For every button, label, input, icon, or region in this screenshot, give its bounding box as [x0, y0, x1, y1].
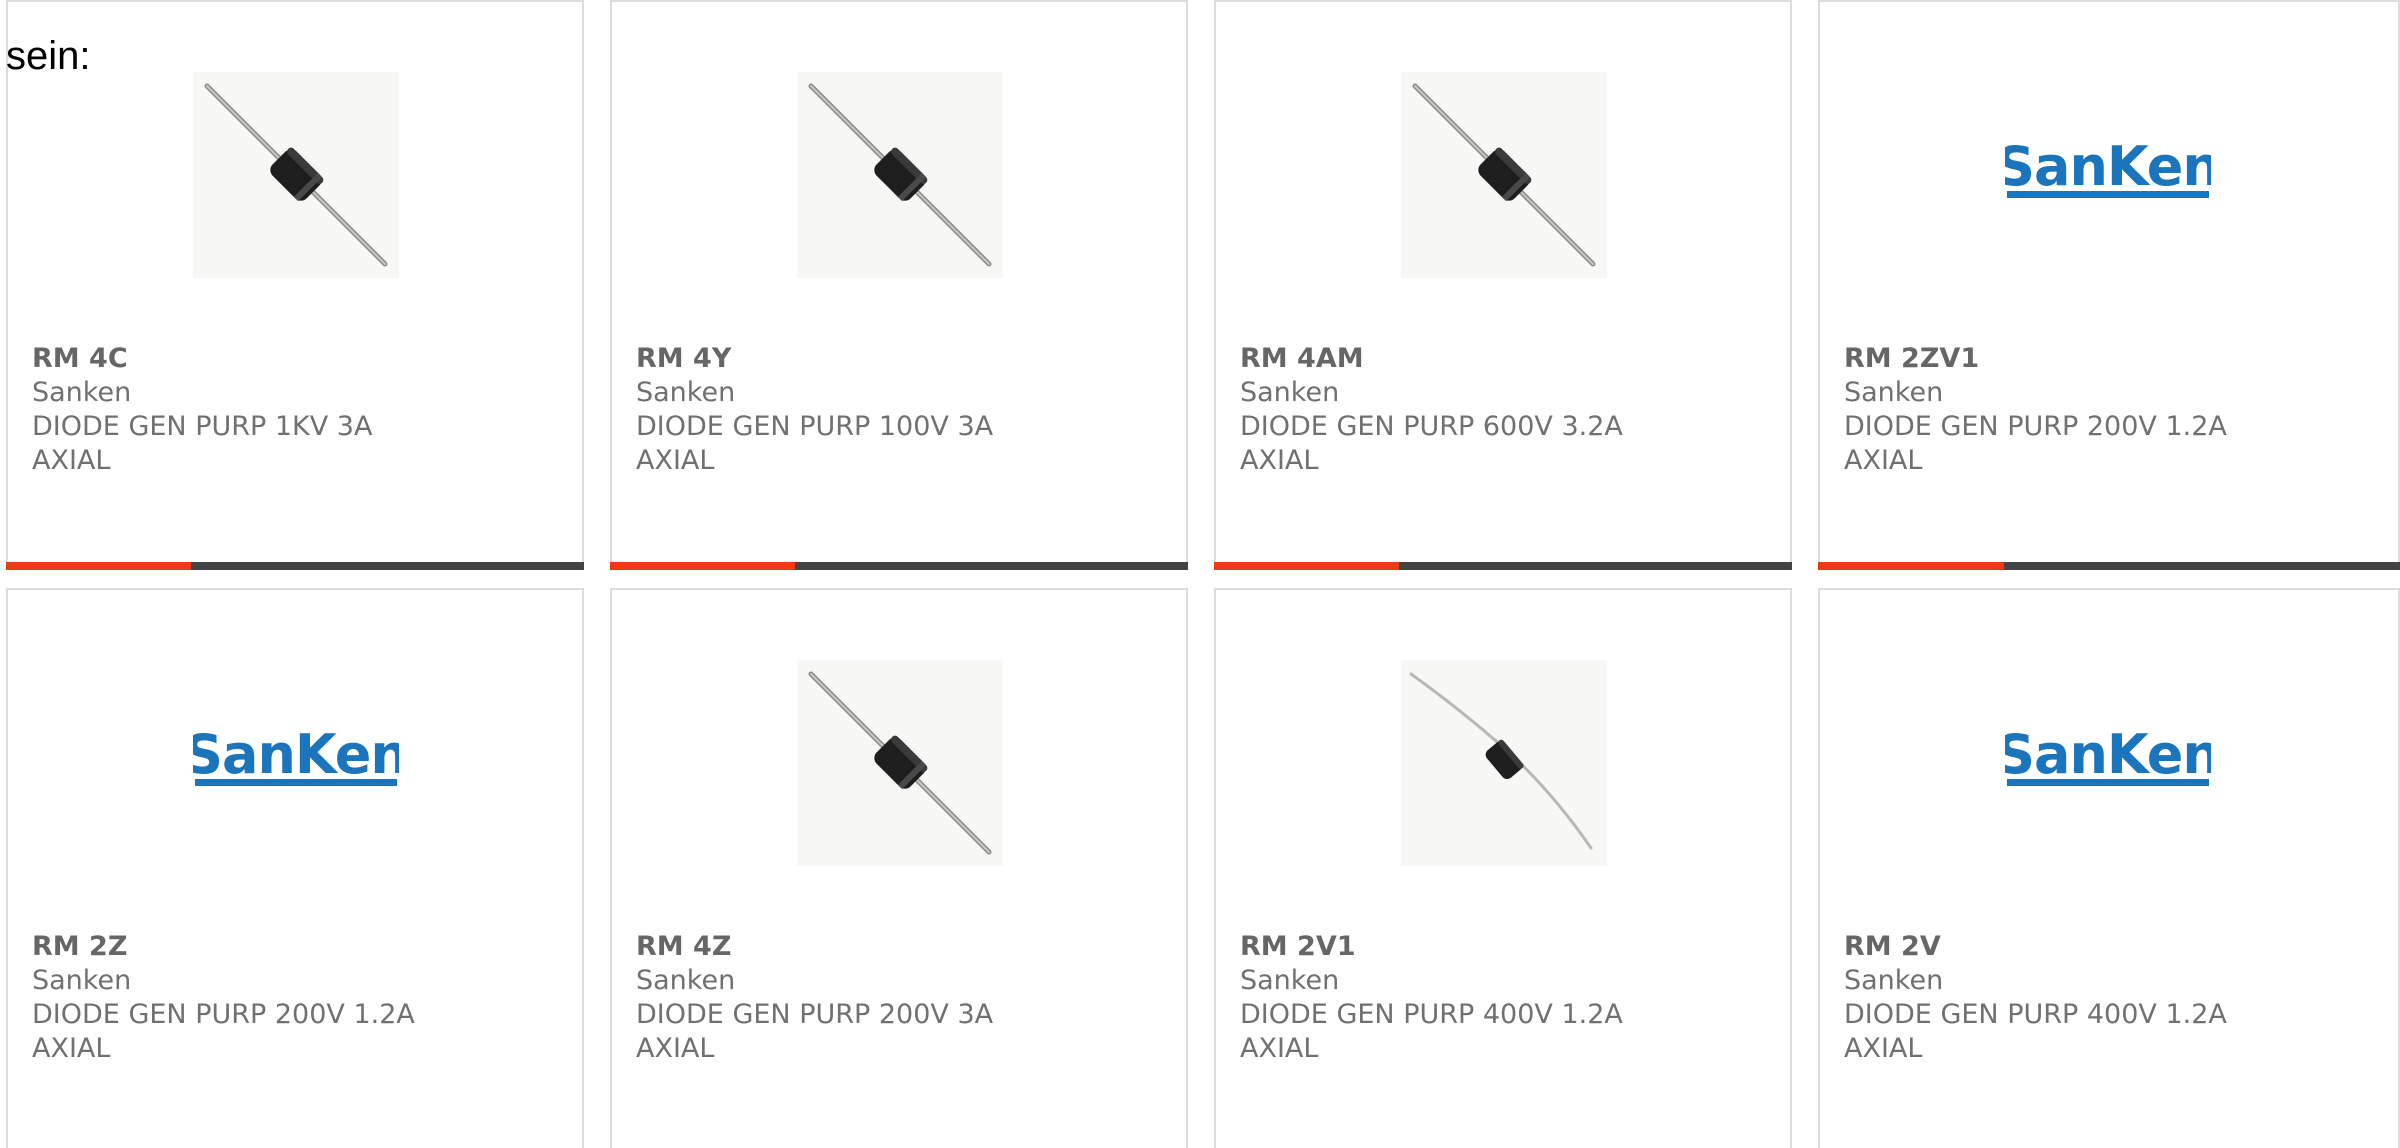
- product-card[interactable]: SanKen RM 2V Sanken DIODE GEN PURP 400V …: [1818, 588, 2400, 1148]
- description: DIODE GEN PURP 400V 1.2A AXIAL: [1844, 999, 2227, 1064]
- progress-bar: [6, 562, 584, 570]
- part-number[interactable]: RM 4C: [32, 342, 552, 376]
- manufacturer: Sanken: [1844, 965, 1944, 996]
- manufacturer: Sanken: [1240, 965, 1340, 996]
- diode-thin-icon[interactable]: [1401, 660, 1607, 866]
- sanken-logo[interactable]: SanKen: [193, 660, 399, 866]
- product-card[interactable]: RM 4AM Sanken DIODE GEN PURP 600V 3.2A A…: [1214, 0, 1792, 570]
- description: DIODE GEN PURP 600V 3.2A AXIAL: [1240, 411, 1623, 476]
- progress-bar: [1214, 562, 1792, 570]
- product-card[interactable]: RM 4Z Sanken DIODE GEN PURP 200V 3A AXIA…: [610, 588, 1188, 1148]
- intro-text: sein:: [6, 34, 91, 78]
- progress-bar-fill: [1214, 562, 1399, 570]
- description: DIODE GEN PURP 100V 3A AXIAL: [636, 411, 994, 476]
- part-number[interactable]: RM 4Y: [636, 342, 1156, 376]
- manufacturer: Sanken: [636, 377, 736, 408]
- description: DIODE GEN PURP 200V 1.2A AXIAL: [1844, 411, 2227, 476]
- sanken-logo-text: SanKen: [193, 723, 399, 786]
- description: DIODE GEN PURP 200V 3A AXIAL: [636, 999, 994, 1064]
- part-number[interactable]: RM 2ZV1: [1844, 342, 2364, 376]
- part-number[interactable]: RM 2V: [1844, 930, 2364, 964]
- progress-bar: [1818, 562, 2400, 570]
- product-card[interactable]: SanKen RM 2Z Sanken DIODE GEN PURP 200V …: [6, 588, 584, 1148]
- progress-bar-fill: [1818, 562, 2005, 570]
- product-card[interactable]: RM 2V1 Sanken DIODE GEN PURP 400V 1.2A A…: [1214, 588, 1792, 1148]
- progress-bar: [610, 562, 1188, 570]
- diode-icon[interactable]: [797, 660, 1003, 866]
- manufacturer: Sanken: [32, 377, 132, 408]
- product-card[interactable]: RM 4Y Sanken DIODE GEN PURP 100V 3A AXIA…: [610, 0, 1188, 570]
- progress-bar-fill: [610, 562, 795, 570]
- progress-bar-fill: [6, 562, 191, 570]
- part-number[interactable]: RM 4Z: [636, 930, 1156, 964]
- diode-icon[interactable]: [797, 72, 1003, 278]
- description: DIODE GEN PURP 200V 1.2A AXIAL: [32, 999, 415, 1064]
- description: DIODE GEN PURP 1KV 3A AXIAL: [32, 411, 373, 476]
- manufacturer: Sanken: [1240, 377, 1340, 408]
- diode-icon[interactable]: [193, 72, 399, 278]
- description: DIODE GEN PURP 400V 1.2A AXIAL: [1240, 999, 1623, 1064]
- sanken-logo-text: SanKen: [2005, 723, 2211, 786]
- product-card[interactable]: RM 4C Sanken DIODE GEN PURP 1KV 3A AXIAL: [6, 0, 584, 570]
- sanken-logo[interactable]: SanKen: [2005, 72, 2211, 278]
- manufacturer: Sanken: [636, 965, 736, 996]
- manufacturer: Sanken: [1844, 377, 1944, 408]
- product-card[interactable]: SanKen RM 2ZV1 Sanken DIODE GEN PURP 200…: [1818, 0, 2400, 570]
- part-number[interactable]: RM 2Z: [32, 930, 552, 964]
- part-number[interactable]: RM 2V1: [1240, 930, 1760, 964]
- sanken-logo[interactable]: SanKen: [2005, 660, 2211, 866]
- part-number[interactable]: RM 4AM: [1240, 342, 1760, 376]
- manufacturer: Sanken: [32, 965, 132, 996]
- sanken-logo-text: SanKen: [2005, 135, 2211, 198]
- diode-icon[interactable]: [1401, 72, 1607, 278]
